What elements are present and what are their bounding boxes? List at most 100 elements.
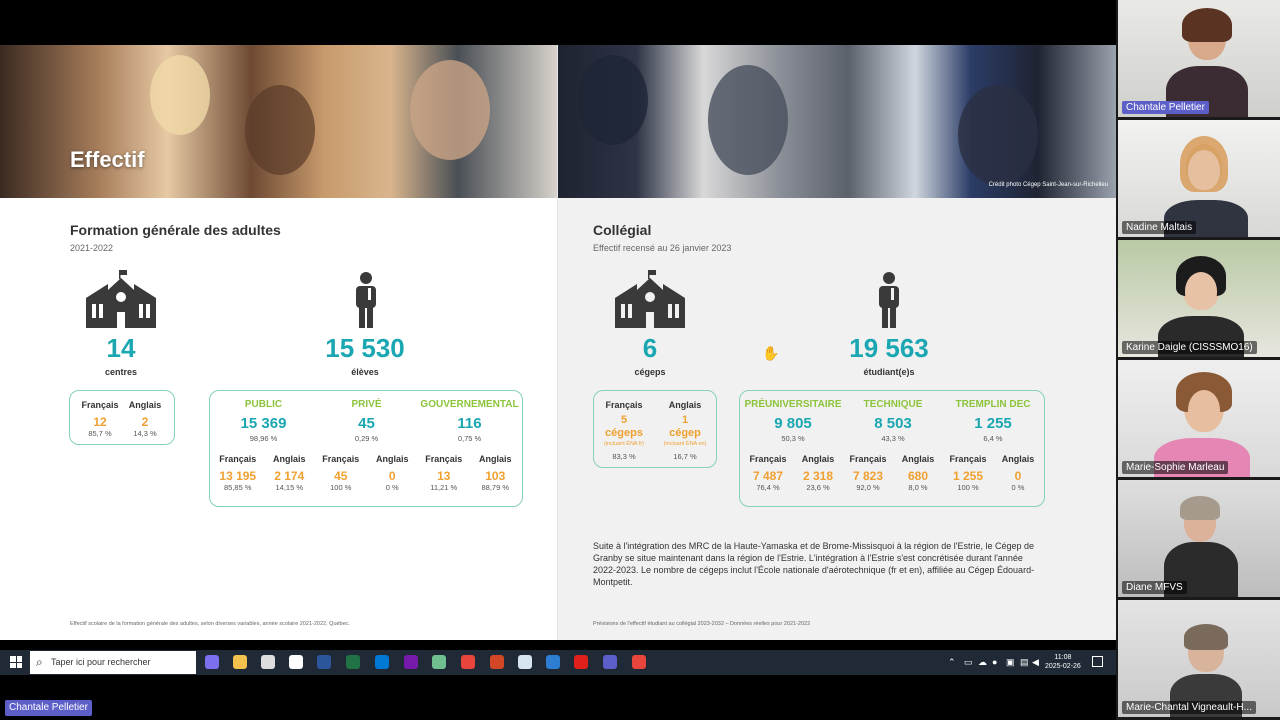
lang-fr-note: (incluant ÉNA fr) [603,441,645,447]
group-en-value: 0 [1014,469,1022,483]
file-explorer-icon[interactable] [233,655,247,669]
participant-tile[interactable]: Karine Daigle (CISSSMO16) [1118,240,1280,357]
lang-en-value: 2 [141,415,149,429]
lang-en-pct: 14,3 % [133,429,157,438]
group-en-pct: 0 % [385,483,399,492]
outlook-icon[interactable] [375,655,389,669]
participant-tile[interactable]: Nadine Maltais [1118,120,1280,237]
group-fr-label: Français [425,454,463,464]
shared-screen: Effectif Formation générale des adultes … [0,45,1116,640]
chrome-profile-icon[interactable] [632,655,646,669]
banner-photo-adults [0,45,558,198]
lang-fr-value: 12 [93,415,107,429]
notification-icon[interactable] [1092,656,1103,667]
lang-fr-pct: 83,3 % [612,452,636,461]
section-title: Formation générale des adultes [70,222,281,238]
teams-meeting-icon[interactable] [289,655,303,669]
group-en-value: 103 [485,469,506,483]
tray-chevron-icon[interactable]: ⌃ [948,657,956,668]
task-view-icon[interactable] [261,655,275,669]
powerpoint-icon[interactable] [490,655,504,669]
eleves-count: 15 530 [325,333,405,363]
word-icon[interactable] [317,655,331,669]
group-label: TREMPLIN DEC [955,399,1031,410]
group-value: 15 369 [240,415,287,432]
group-fr-value: 13 195 [219,469,257,483]
excel-icon[interactable] [346,655,360,669]
group-value: 45 [358,415,375,432]
snipping-icon[interactable] [518,655,532,669]
tray-camera-icon[interactable]: ▣ [1006,657,1015,668]
group-fr-label: Français [949,454,987,464]
tray-mic-icon[interactable]: ● [992,657,997,667]
tray-monitor-icon[interactable]: ▭ [964,657,973,668]
group-en-label: Anglais [1001,454,1035,464]
group-fr-pct: 11,21 % [430,483,458,492]
group-en-value: 0 [388,469,396,483]
group-en-value: 2 318 [802,469,834,483]
participant-tile[interactable]: Diane MFVS [1118,480,1280,597]
centres-count: 14 [106,333,136,363]
group-fr-value: 7 487 [752,469,784,483]
lang-fr-label: Français [81,400,119,410]
participants-panel: Chantale Pelletier Nadine Maltais Karine… [1116,0,1280,720]
lang-en-unit: cégep [669,427,701,439]
lang-en-value: 1 [681,414,689,426]
group-fr-label: Français [322,454,360,464]
participant-tile[interactable]: Marie-Sophie Marleau [1118,360,1280,477]
hand-cursor-icon: ✋ [762,345,780,361]
cegeps-count: 6 [642,333,658,363]
group-fr-pct: 100 % [330,483,352,492]
section-subtitle: Effectif recensé au 26 janvier 2023 [593,243,732,253]
participant-name: Marie-Sophie Marleau [1122,461,1229,474]
section-subtitle: 2021-2022 [70,243,114,253]
group-fr-label: Français [219,454,257,464]
group-fr-label: Français [849,454,887,464]
school-icon [615,270,685,328]
person-icon [879,272,899,328]
eleves-label: élèves [351,367,379,377]
participant-name: Marie-Chantal Vigneault-H... [1122,701,1256,714]
lang-en-label: Anglais [128,400,162,410]
slide-fga: Effectif Formation générale des adultes … [0,45,558,640]
participant-tile[interactable]: Marie-Chantal Vigneault-H... [1118,600,1280,717]
lang-en-note: (incluant ÉNA en) [663,441,707,447]
tray-network-icon[interactable]: ▤ [1020,657,1029,668]
group-pct: 6,4 % [983,434,1003,443]
group-label: PRÉUNIVERSITAIRE [744,399,842,410]
group-value: 116 [457,415,482,432]
centres-label: centres [104,367,138,377]
participant-name: Diane MFVS [1122,581,1187,594]
clock-time: 11:08 [1054,654,1072,661]
notes-icon[interactable] [432,655,446,669]
footnote: Effectif scolaire de la formation généra… [70,621,350,627]
participant-name: Chantale Pelletier [1122,101,1209,114]
group-label: PRIVÉ [351,399,382,410]
banner-title: Effectif [70,147,145,172]
teams-icon[interactable] [603,655,617,669]
acrobat-icon[interactable] [574,655,588,669]
taskbar-clock[interactable]: 11:08 2025-02-26 [1045,653,1081,671]
group-en-value: 2 174 [274,469,305,483]
windows-taskbar: ⌕ Taper ici pour rechercher ⌃ ▭ ☁ ● ▣ ▤ … [0,650,1116,675]
group-fr-value: 45 [334,469,348,483]
calendar-icon[interactable] [546,655,560,669]
windows-start-icon[interactable] [10,656,22,668]
group-label: TECHNIQUE [863,399,923,410]
group-en-pct: 88,79 % [481,483,510,492]
group-fr-label: Français [749,454,787,464]
chrome-icon[interactable] [461,655,475,669]
group-pct: 43,3 % [881,434,905,443]
copilot-icon[interactable] [205,655,219,669]
group-label: PUBLIC [244,399,283,410]
group-en-pct: 0 % [1011,483,1025,492]
tray-volume-icon[interactable]: ◀ [1032,657,1039,668]
taskbar-search[interactable]: ⌕ Taper ici pour rechercher [30,651,196,674]
banner-photo-cegep [558,45,1116,198]
tray-cloud-icon[interactable]: ☁ [978,657,987,668]
onenote-icon[interactable] [404,655,418,669]
lang-en-pct: 16,7 % [673,452,697,461]
lang-en-label: Anglais [668,400,702,410]
group-fr-value: 1 255 [952,469,984,483]
participant-tile[interactable]: Chantale Pelletier [1118,0,1280,117]
